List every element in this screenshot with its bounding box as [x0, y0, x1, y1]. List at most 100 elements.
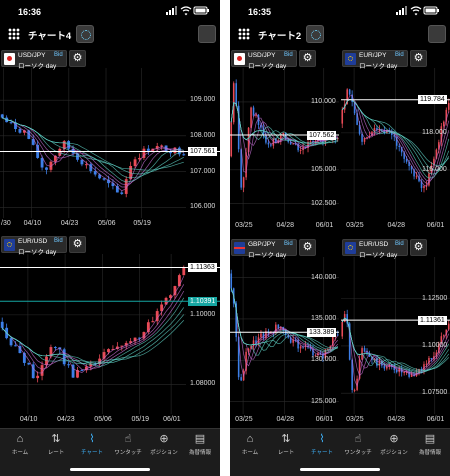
- moving-average-line: [2, 117, 184, 186]
- candle: [173, 285, 177, 299]
- settings-gear-icon[interactable]: ⚙: [299, 239, 316, 256]
- candle: [49, 344, 53, 359]
- chart-type-label: ローソク day: [248, 62, 287, 70]
- tab-one-touch[interactable]: ☝ ワンタッチ: [110, 433, 146, 459]
- candle: [390, 128, 393, 140]
- system-status-icons: [396, 6, 439, 16]
- candle: [235, 79, 237, 107]
- date-axis-label: 03/25: [346, 222, 364, 229]
- position-icon: ⊕: [389, 433, 399, 445]
- layout-flip-icon[interactable]: [428, 25, 446, 43]
- chart-layout-button[interactable]: [76, 25, 94, 43]
- pair-selector-eurjpy[interactable]: EUR/JPY Bid ローソク day: [342, 50, 408, 70]
- grid-menu-icon[interactable]: [8, 28, 20, 40]
- price-axis-label: 109.000: [190, 96, 216, 104]
- tab-fx-info[interactable]: ▤ 為替情報: [412, 433, 448, 459]
- settings-gear-icon[interactable]: ⚙: [69, 236, 86, 253]
- pair-selector-usdjpy[interactable]: USD/JPY Bid ローソク day: [231, 50, 297, 70]
- candle: [27, 129, 31, 140]
- tab-rate[interactable]: ⇅ レート: [38, 433, 74, 459]
- candle: [400, 365, 403, 377]
- settings-gear-icon[interactable]: ⚙: [410, 239, 427, 256]
- date-axis-label: 04/28: [276, 416, 295, 423]
- chart-layout-button[interactable]: [306, 25, 324, 43]
- candle: [314, 139, 317, 145]
- currency-pair-label: USD/JPY: [18, 52, 46, 59]
- candle: [279, 326, 282, 331]
- candle: [287, 333, 290, 339]
- candle: [398, 143, 401, 152]
- settings-gear-icon[interactable]: ⚙: [69, 50, 86, 67]
- tab-position[interactable]: ⊕ ポジション: [376, 433, 412, 459]
- candle: [410, 165, 413, 174]
- candle: [18, 342, 22, 354]
- candle: [58, 347, 62, 354]
- candle: [242, 368, 245, 381]
- chart-panel-usdjpy[interactable]: USD/JPY Bid ローソク day ⚙ 109.000 108.000 107.000…: [0, 48, 220, 230]
- candle: [395, 368, 398, 374]
- candle: [408, 159, 410, 171]
- candle: [299, 345, 302, 353]
- candle: [111, 345, 115, 351]
- pair-selector-gbpjpy[interactable]: GBP/JPY Bid ローソク day: [231, 239, 297, 259]
- bottom-tab-bar: ⌂ ホーム ⇅ レート ⌇ チャート ☝ ワンタッチ ⊕ ポジション ▤ 為替情報: [230, 428, 450, 476]
- candle: [76, 367, 79, 379]
- candle: [425, 181, 428, 191]
- tab-chart[interactable]: ⌇ チャート: [74, 433, 110, 459]
- pair-selector-usdjpy[interactable]: USD/JPY Bid ローソク day: [1, 50, 67, 70]
- tab-fx-info[interactable]: ▤ 為替情報: [182, 433, 218, 459]
- pair-selector-eurusd[interactable]: EUR/USD Bid ローソク day: [1, 236, 67, 256]
- candle: [356, 109, 358, 126]
- moving-average-line: [2, 117, 184, 171]
- pair-selector-eurusd[interactable]: EUR/USD Bid ローソク day: [342, 239, 408, 259]
- price-axis-label: 116.000: [422, 165, 447, 173]
- chart-panel-usdjpy[interactable]: USD/JPY Bid ローソク day ⚙ 110.000 105.000 102.500…: [230, 48, 339, 232]
- tab-one-touch[interactable]: ☝ ワンタッチ: [340, 433, 376, 459]
- candle: [332, 335, 334, 350]
- candle: [31, 362, 35, 379]
- chart-panel-eurusd[interactable]: EUR/USD Bid ローソク day ⚙ 1.12500 1.10000 1.07500…: [341, 237, 450, 426]
- grid-menu-icon[interactable]: [238, 28, 250, 40]
- candle: [265, 132, 267, 145]
- candle: [336, 330, 339, 337]
- tab-home[interactable]: ⌂ ホーム: [232, 433, 268, 459]
- candle: [405, 370, 408, 376]
- app-header: チャート4: [0, 22, 220, 46]
- candle: [242, 176, 245, 193]
- date-axis-label: 04/10: [23, 220, 42, 227]
- moving-average-line: [1, 314, 185, 365]
- date-axis-label: 06/01: [315, 416, 334, 423]
- candle: [425, 360, 428, 368]
- candle: [428, 355, 430, 366]
- candle: [133, 156, 137, 168]
- candle: [400, 146, 403, 157]
- candle: [304, 147, 307, 149]
- candle: [102, 348, 106, 363]
- candle: [22, 351, 26, 366]
- price-axis-label: 1.10000: [422, 341, 448, 349]
- candle: [366, 348, 368, 356]
- candle: [445, 329, 448, 339]
- chart-panel-gbpjpy[interactable]: GBP/JPY Bid ローソク day ⚙ 140.000 135.000 130.000…: [230, 237, 339, 426]
- date-axis-label: 03/25: [235, 222, 253, 229]
- layout-flip-icon[interactable]: [198, 25, 216, 43]
- chart-panel-eurusd[interactable]: EUR/USD Bid ローソク day ⚙ 1.10000 1.08000 1.11363…: [0, 234, 220, 426]
- candle: [257, 113, 260, 129]
- settings-gear-icon[interactable]: ⚙: [410, 50, 427, 67]
- candle: [142, 331, 146, 341]
- currency-flag-icon: [345, 242, 356, 254]
- date-axis-label: 04/28: [387, 222, 406, 229]
- candle: [433, 351, 435, 362]
- current-price-tag: 1.11363: [188, 262, 217, 272]
- candle: [343, 100, 346, 113]
- tab-chart[interactable]: ⌇ チャート: [304, 433, 340, 459]
- candle: [307, 342, 309, 349]
- settings-gear-icon[interactable]: ⚙: [299, 50, 316, 67]
- tab-position[interactable]: ⊕ ポジション: [146, 433, 182, 459]
- price-axis-label: 140.000: [311, 273, 337, 281]
- tab-home[interactable]: ⌂ ホーム: [2, 433, 38, 459]
- date-axis-label: 05/19: [131, 416, 150, 423]
- tab-rate[interactable]: ⇅ レート: [268, 433, 304, 459]
- candle: [255, 113, 257, 118]
- chart-panel-eurjpy[interactable]: EUR/JPY Bid ローソク day ⚙ 118.000 116.000 119.784…: [341, 48, 450, 232]
